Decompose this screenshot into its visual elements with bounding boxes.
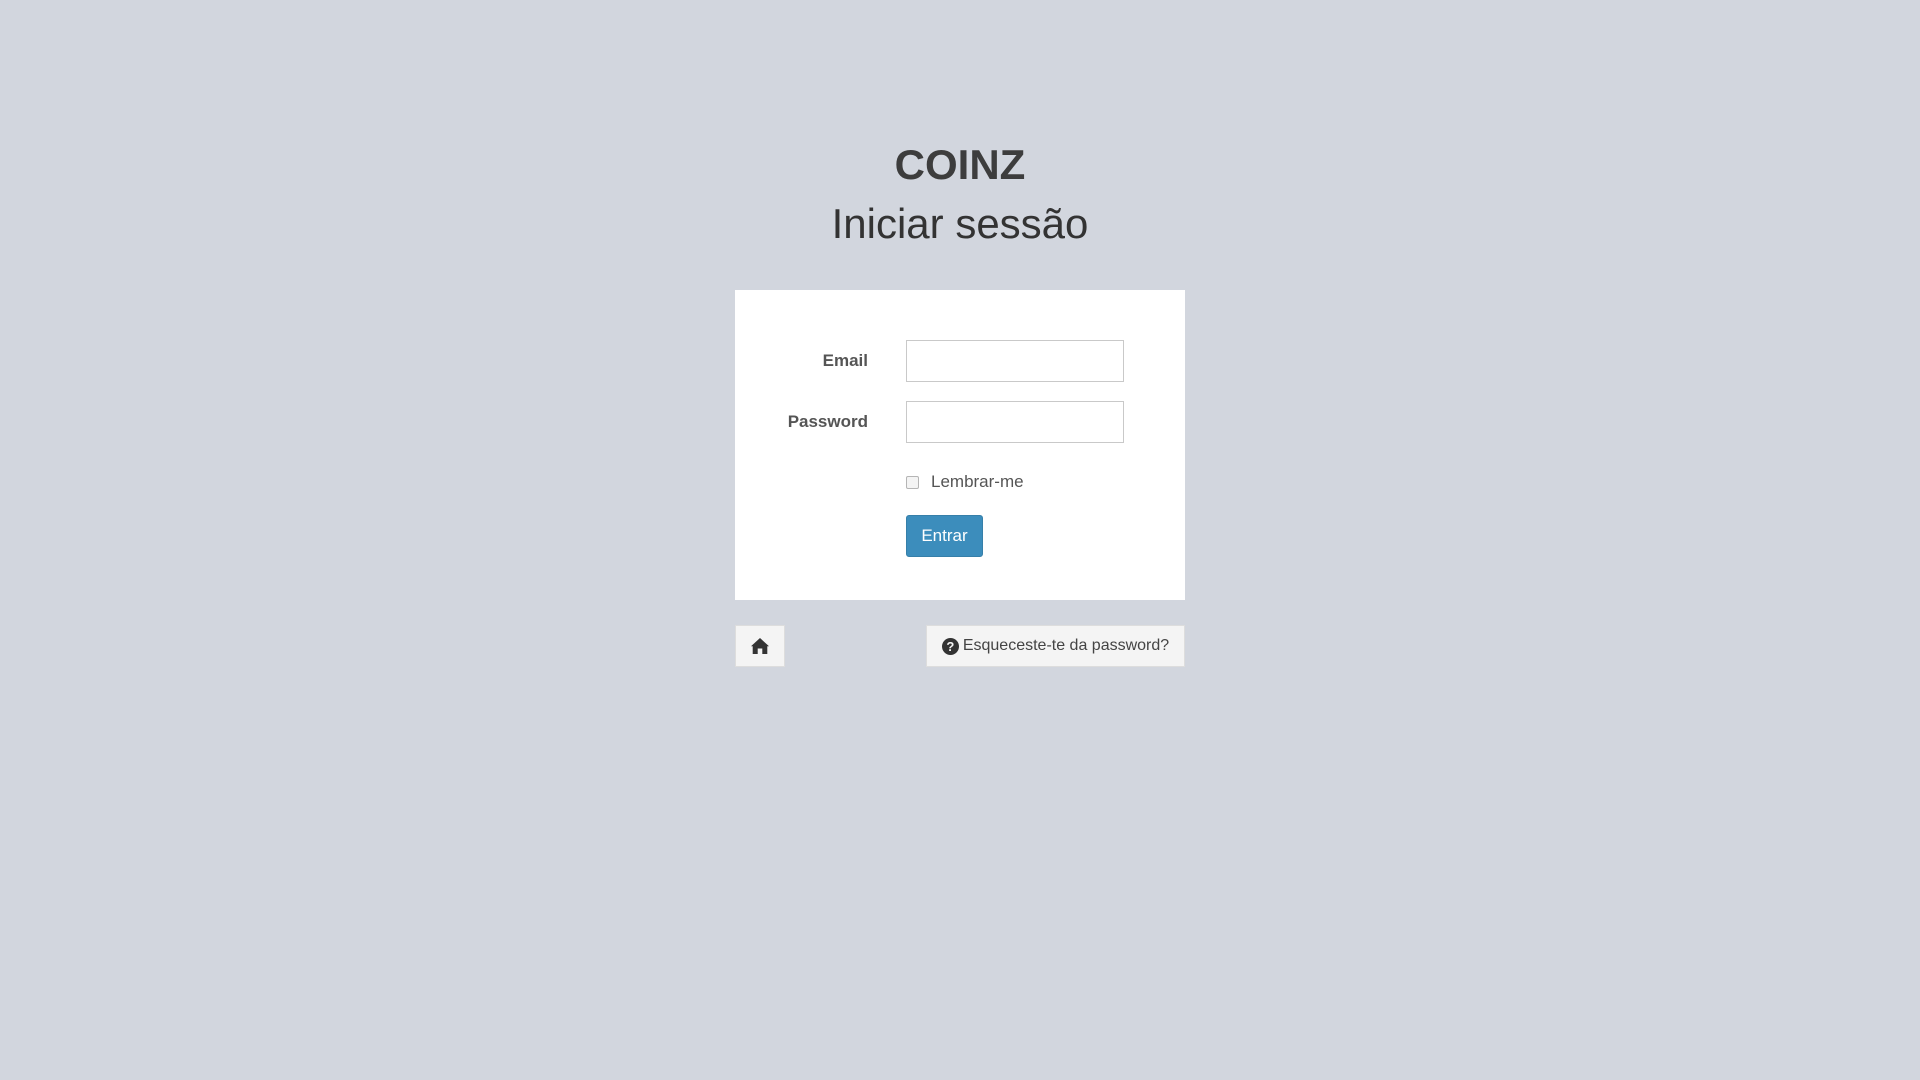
password-field[interactable] [906, 401, 1124, 443]
question-circle-icon: ? [941, 637, 959, 655]
login-card: Email Password Lembrar-me Entrar [735, 290, 1185, 600]
email-label: Email [822, 351, 868, 370]
email-row: Email [735, 340, 1185, 382]
remember-me-row: Lembrar-me [906, 470, 1024, 494]
password-row: Password [735, 401, 1185, 443]
remember-me-label[interactable]: Lembrar-me [931, 472, 1024, 492]
forgot-password-button[interactable]: ? Esqueceste-te da password? [926, 625, 1185, 667]
home-button[interactable] [735, 625, 785, 667]
brand-logo: COINZ [894, 141, 1026, 188]
forgot-password-label: Esqueceste-te da password? [962, 637, 1170, 654]
page-title: Iniciar sessão [831, 200, 1089, 247]
login-header: COINZ Iniciar sessão [0, 130, 1920, 253]
email-field[interactable] [906, 340, 1124, 382]
password-label: Password [787, 412, 868, 431]
submit-button[interactable]: Entrar [906, 515, 983, 557]
remember-me-checkbox[interactable] [906, 475, 919, 489]
home-icon [751, 638, 769, 654]
